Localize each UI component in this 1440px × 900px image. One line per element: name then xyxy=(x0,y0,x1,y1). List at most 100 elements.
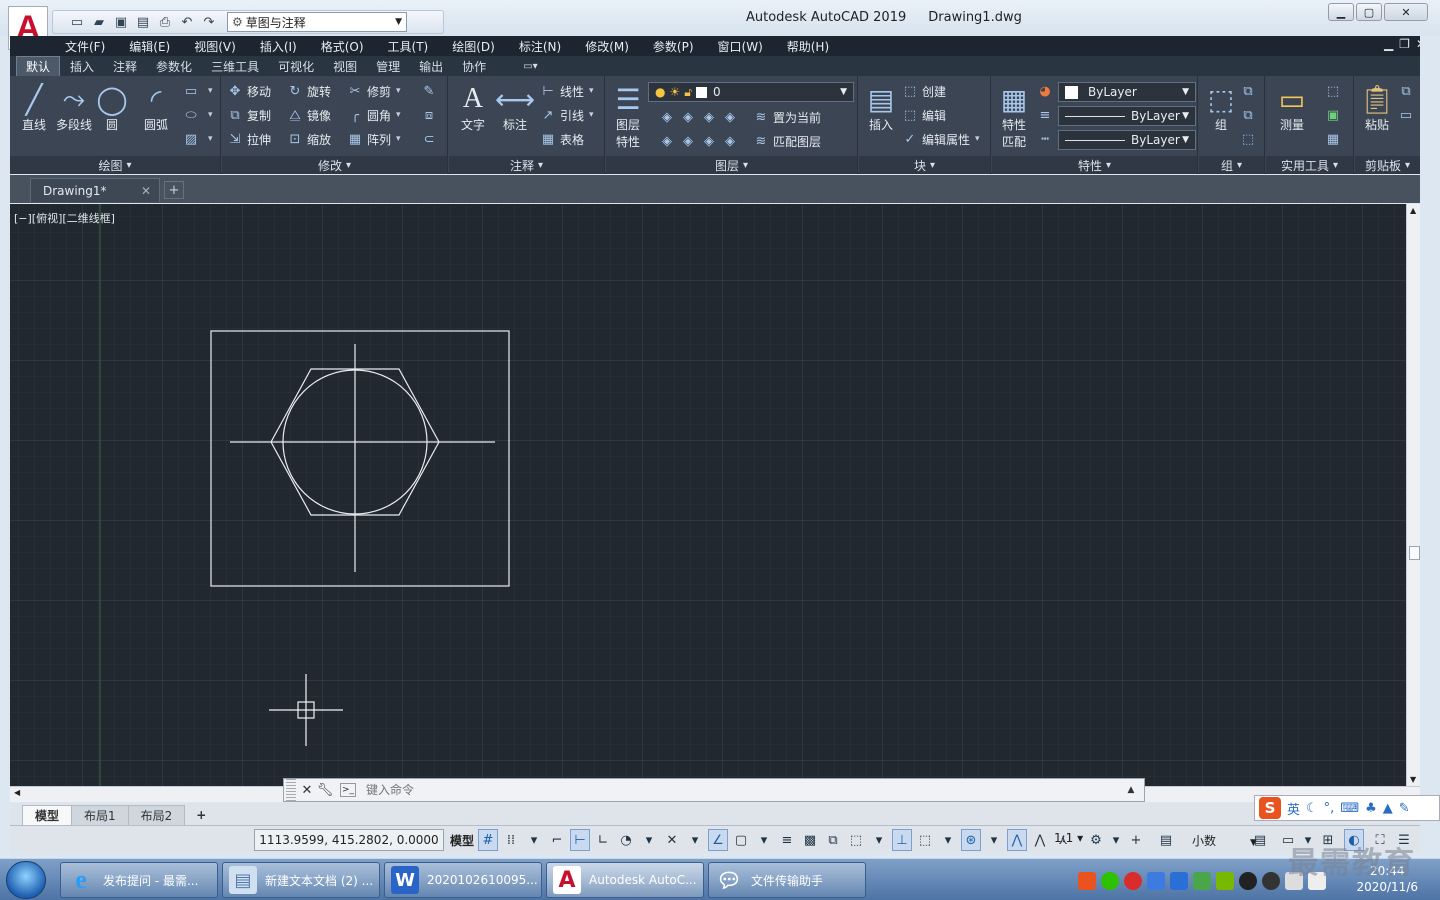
linear-dim-button[interactable]: ⊢ 线性 ▾ xyxy=(539,80,593,102)
dynamic-ucs-icon[interactable]: ⊥ xyxy=(892,829,912,851)
selection-filter-icon[interactable]: ⬚ xyxy=(915,829,935,851)
taskbar-item-autocad[interactable]: A Autodesk AutoC... xyxy=(546,862,704,898)
menu-draw[interactable]: 绘图(D) xyxy=(452,38,495,55)
tab-manage[interactable]: 管理 xyxy=(367,57,409,76)
copy-clip-icon[interactable]: ▭ xyxy=(1397,104,1418,126)
quick-select-icon[interactable]: ⬚ xyxy=(1324,80,1345,102)
quick-properties-icon[interactable]: ▤ xyxy=(1250,829,1270,851)
cut-icon[interactable]: ⧉ xyxy=(1397,80,1418,102)
redo-icon[interactable]: ↷ xyxy=(201,14,217,30)
scale-button[interactable]: ⊡ 缩放 xyxy=(286,128,331,150)
ime-language-toggle[interactable]: 英 xyxy=(1287,799,1300,818)
dynamic-input-icon[interactable]: ⊢ xyxy=(570,829,590,851)
3d-osnap-icon[interactable]: ⬚ xyxy=(846,829,866,851)
match-layer-button[interactable]: ≋ 匹配图层 xyxy=(752,130,821,152)
make-current-button[interactable]: ≋ 置为当前 xyxy=(752,106,821,128)
gear-dropdown-icon[interactable]: ▾ xyxy=(1106,829,1126,851)
start-button[interactable] xyxy=(6,861,46,899)
doc-restore-icon[interactable]: ❐ xyxy=(1399,37,1410,51)
snap-dropdown-icon[interactable]: ▾ xyxy=(524,829,544,851)
model-space-button[interactable]: 模型 xyxy=(446,829,478,851)
layer-isolate-icon[interactable]: ◈ xyxy=(679,110,697,125)
chevron-up-icon[interactable]: ▲ xyxy=(1122,785,1140,795)
offset-button[interactable]: ⊂ xyxy=(420,128,441,150)
properties-panel-title[interactable]: 特性 xyxy=(992,156,1197,174)
coordinates-readout[interactable]: 1113.9599, 415.2802, 0.0000 xyxy=(254,829,444,851)
circle-button[interactable]: ◯ 圆 xyxy=(90,82,134,133)
selection-cycling-icon[interactable]: ⧉ xyxy=(823,829,843,851)
menu-insert[interactable]: 插入(I) xyxy=(260,38,297,55)
layer-off-icon[interactable]: ◈ xyxy=(658,110,676,125)
menu-file[interactable]: 文件(F) xyxy=(65,38,105,55)
close-button[interactable]: ✕ xyxy=(1384,3,1428,21)
group-edit-icon[interactable]: ⧉ xyxy=(1239,104,1260,126)
command-history-icon[interactable]: >_ xyxy=(340,783,356,797)
save-as-icon[interactable]: ▤ xyxy=(135,14,151,30)
line-button[interactable]: ╱ 直线 xyxy=(12,82,56,133)
layer-freeze-icon[interactable]: ◈ xyxy=(700,110,718,125)
sogou-logo-icon[interactable]: S xyxy=(1259,797,1281,819)
sogou-tray-icon[interactable] xyxy=(1078,872,1096,890)
groups-panel-title[interactable]: 组 xyxy=(1199,156,1264,174)
network-drive-tray-icon[interactable] xyxy=(1170,872,1188,890)
new-file-icon[interactable]: ▭ xyxy=(69,14,85,30)
keyboard-icon[interactable]: ⌨ xyxy=(1340,801,1359,816)
measure-button[interactable]: ▭ 测量 xyxy=(1270,82,1314,133)
security-tray-icon[interactable] xyxy=(1147,872,1165,890)
iso-dropdown-icon[interactable]: ▾ xyxy=(685,829,705,851)
auto-scale-icon[interactable]: ⋀ xyxy=(1030,829,1050,851)
snap-icon[interactable]: ⁞⁞ xyxy=(501,829,521,851)
move-button[interactable]: ✥ 移动 xyxy=(226,80,271,102)
workspace-gear-icon[interactable]: ⚙ xyxy=(1086,829,1106,851)
utilities-panel-title[interactable]: 实用工具 xyxy=(1266,156,1353,174)
tab-3d-tools[interactable]: 三维工具 xyxy=(202,57,268,76)
taskbar-item-wechat[interactable]: 💬︎ 文件传输助手 xyxy=(708,862,866,898)
dimension-button[interactable]: ⟷ 标注 xyxy=(493,82,537,133)
annotation-panel-title[interactable]: 注释 xyxy=(449,156,604,174)
layer-properties-button[interactable]: ☰ 图层 特性 xyxy=(606,82,650,150)
minimize-button[interactable]: ▁ xyxy=(1328,3,1354,21)
select-all-icon[interactable]: ▣ xyxy=(1324,104,1345,126)
close-icon[interactable]: ✕ xyxy=(141,184,151,198)
polar-dropdown-icon[interactable]: ▾ xyxy=(639,829,659,851)
insert-block-button[interactable]: ▤ 插入 xyxy=(859,82,903,133)
tab-default[interactable]: 默认 xyxy=(16,55,61,77)
maximize-button[interactable]: ▢ xyxy=(1356,3,1382,21)
array-button[interactable]: ▦ 阵列 ▾ xyxy=(346,128,401,150)
drawing-tab[interactable]: Drawing1* ✕ xyxy=(30,178,160,202)
mirror-button[interactable]: ⧋ 镜像 xyxy=(286,104,331,126)
object-snap-icon[interactable]: ▢ xyxy=(731,829,751,851)
fillet-button[interactable]: ╭ 圆角 ▾ xyxy=(346,104,400,126)
edit-block-button[interactable]: ⬚ 编辑 xyxy=(901,104,946,126)
doc-close-icon[interactable]: ✕ xyxy=(1416,37,1426,51)
nvidia-tray-icon[interactable] xyxy=(1216,872,1234,890)
menu-edit[interactable]: 编辑(E) xyxy=(129,38,170,55)
copy-button[interactable]: ⧉ 复制 xyxy=(226,104,271,126)
new-drawing-tab-button[interactable]: + xyxy=(164,181,184,199)
vertical-scrollbar[interactable]: ▲ ▼ xyxy=(1406,204,1420,786)
tab-visualize[interactable]: 可视化 xyxy=(269,57,323,76)
tab-output[interactable]: 输出 xyxy=(410,57,452,76)
units-dropdown[interactable]: 小数 ▼ xyxy=(1192,832,1257,849)
group-select-icon[interactable]: ⬚ xyxy=(1239,128,1260,150)
osnap-dropdown-icon[interactable]: ▾ xyxy=(754,829,774,851)
shirt-icon[interactable]: ▲ xyxy=(1383,801,1393,816)
lineweight-dropdown[interactable]: ByLayer ▼ xyxy=(1058,130,1196,150)
print-icon[interactable]: ⎙ xyxy=(157,14,173,30)
annotation-scale-dropdown[interactable]: 1:1 ▾ xyxy=(1054,831,1083,845)
arc-button[interactable]: ◜ 圆弧 xyxy=(134,82,178,133)
taskbar-item-notepad[interactable]: ▤ 新建文本文档 (2) ... xyxy=(222,862,380,898)
skin-icon[interactable]: ♣ xyxy=(1365,801,1377,816)
explode-button[interactable]: ⧈ xyxy=(420,104,441,126)
tab-parametric[interactable]: 参数化 xyxy=(147,57,201,76)
color-dropdown[interactable]: ByLayer ▼ xyxy=(1058,82,1196,102)
table-button[interactable]: ▦ 表格 xyxy=(539,128,584,150)
leader-button[interactable]: ↗ 引线 ▾ xyxy=(539,104,594,126)
annotation-visibility-icon[interactable]: ⋀ xyxy=(1007,829,1027,851)
undo-icon[interactable]: ↶ xyxy=(179,14,195,30)
hatch-button[interactable]: ▨ ▾ xyxy=(182,128,213,150)
group-button[interactable]: ⬚ 组 xyxy=(1199,82,1243,133)
draw-panel-title[interactable]: 绘图 xyxy=(10,156,220,174)
clipboard-panel-title[interactable]: 剪贴板 xyxy=(1355,156,1420,174)
taskbar-item-word[interactable]: W 2020102610095... xyxy=(384,862,542,898)
